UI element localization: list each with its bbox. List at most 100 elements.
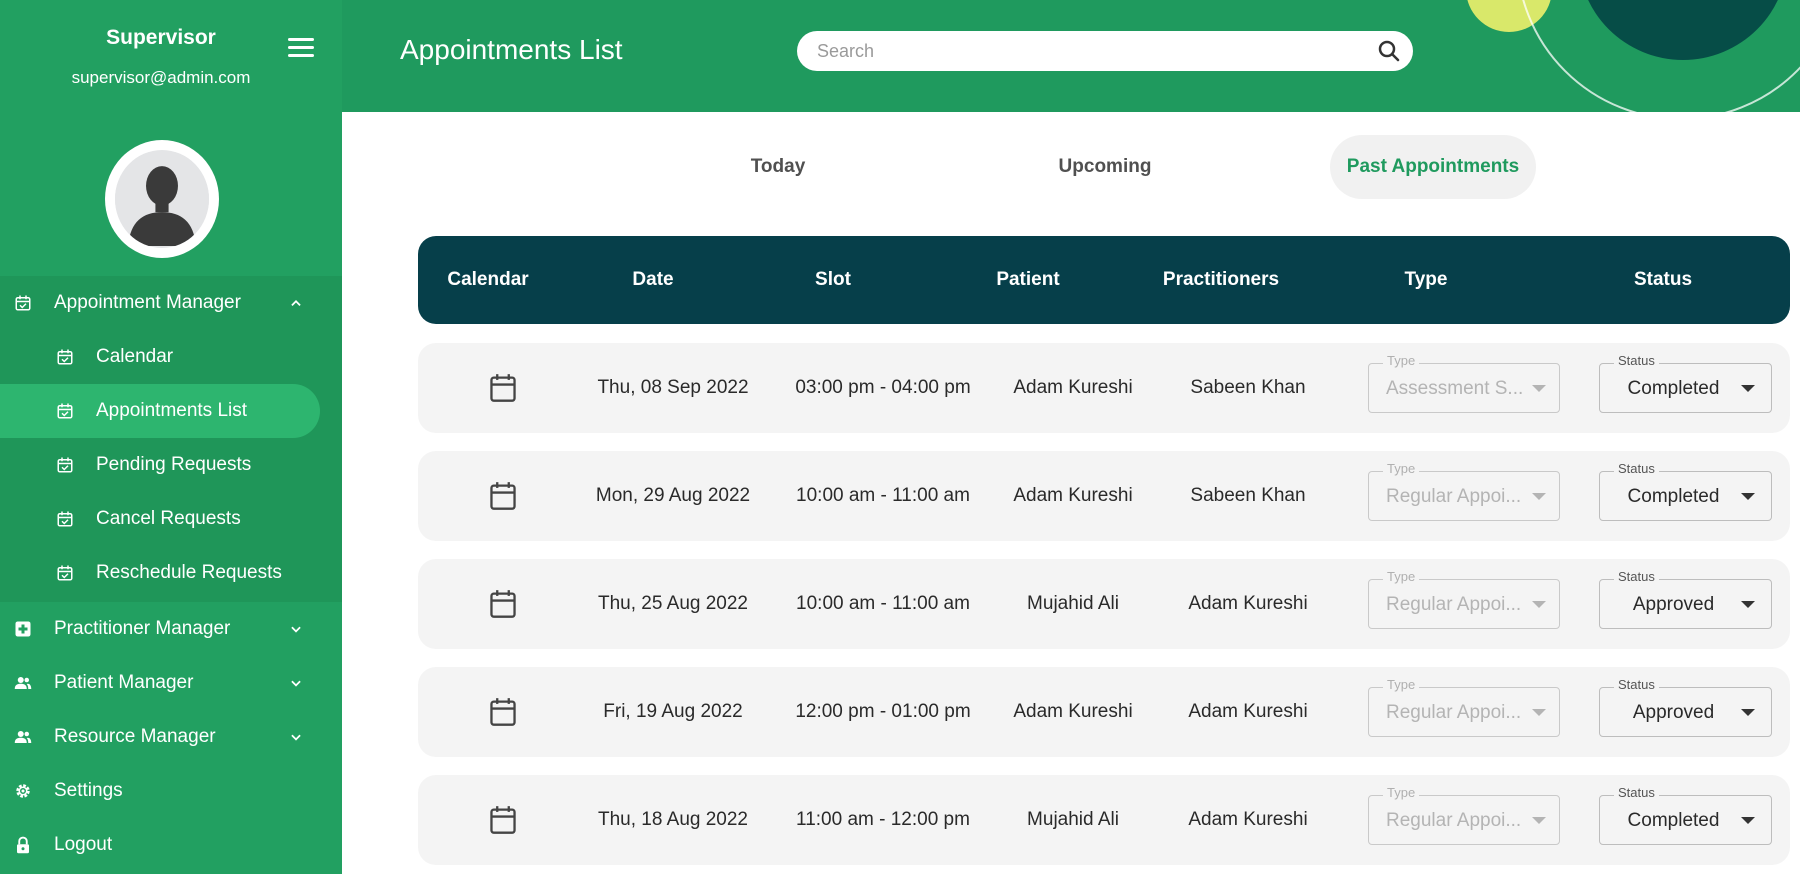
status-select-value: Completed xyxy=(1627,378,1720,399)
sidebar-item-label: Settings xyxy=(54,780,123,801)
column-header-patient: Patient xyxy=(996,269,1060,290)
search-icon[interactable] xyxy=(1377,39,1401,63)
sidebar: Supervisor supervisor@admin.com Appointm… xyxy=(0,0,342,874)
sidebar-item-label: Patient Manager xyxy=(54,672,194,693)
column-header-status: Status xyxy=(1633,269,1693,290)
sidebar-profile: Supervisor supervisor@admin.com xyxy=(0,0,342,276)
calendar-icon[interactable] xyxy=(489,481,517,511)
top-header: Appointments List xyxy=(342,0,1800,112)
sidebar-item-pending-requests[interactable]: Pending Requests xyxy=(0,438,342,492)
type-select[interactable]: Type Regular Appoi... xyxy=(1368,569,1560,629)
sidebar-item-label: Resource Manager xyxy=(54,726,216,747)
table-row: Fri, 19 Aug 2022 12:00 pm - 01:00 pm Ada… xyxy=(418,667,1790,757)
column-header-date: Date xyxy=(632,269,674,290)
cell-practitioner: Adam Kureshi xyxy=(1188,701,1308,722)
sidebar-item-calendar[interactable]: Calendar xyxy=(0,330,342,384)
dropdown-arrow-icon xyxy=(1741,709,1755,716)
column-header-slot: Slot xyxy=(815,269,851,290)
status-select-value: Completed xyxy=(1627,810,1720,831)
status-select[interactable]: Status Completed xyxy=(1599,785,1772,845)
user-silhouette-icon xyxy=(115,152,209,246)
user-name: Supervisor xyxy=(106,26,216,49)
calendar-icon[interactable] xyxy=(489,373,517,403)
dropdown-arrow-icon xyxy=(1741,601,1755,608)
calendar-check-icon xyxy=(57,457,73,473)
sidebar-item-label: Appointment Manager xyxy=(54,292,241,313)
sidebar-item-reschedule-requests[interactable]: Reschedule Requests xyxy=(0,546,342,600)
column-header-type: Type xyxy=(1404,269,1448,290)
cell-practitioner: Adam Kureshi xyxy=(1188,809,1308,830)
page-title: Appointments List xyxy=(400,34,623,65)
column-header-practitioners: Practitioners xyxy=(1162,269,1280,290)
sidebar-item-resource-manager[interactable]: Resource Manager xyxy=(0,710,342,764)
table-row: Mon, 29 Aug 2022 10:00 am - 11:00 am Ada… xyxy=(418,451,1790,541)
type-select-value: Regular Appoi... xyxy=(1386,810,1522,831)
cell-slot: 10:00 am - 11:00 am xyxy=(796,485,970,506)
sidebar-item-settings[interactable]: Settings xyxy=(0,764,342,818)
dropdown-arrow-icon xyxy=(1532,709,1546,716)
cell-patient: Adam Kureshi xyxy=(1013,701,1133,722)
status-select[interactable]: Status Completed xyxy=(1599,353,1772,413)
dropdown-arrow-icon xyxy=(1532,385,1546,392)
cell-date: Thu, 08 Sep 2022 xyxy=(597,377,749,398)
users-icon xyxy=(14,731,32,743)
cell-slot: 03:00 pm - 04:00 pm xyxy=(795,377,971,398)
chevron-up-icon xyxy=(291,300,301,306)
sidebar-item-cancel-requests[interactable]: Cancel Requests xyxy=(0,492,342,546)
cell-date: Fri, 19 Aug 2022 xyxy=(603,701,743,722)
status-select-value: Completed xyxy=(1627,486,1720,507)
calendar-icon[interactable] xyxy=(489,589,517,619)
cell-slot: 10:00 am - 11:00 am xyxy=(796,593,970,614)
chevron-down-icon xyxy=(291,626,301,633)
sidebar-item-label: Calendar xyxy=(96,346,174,367)
type-select[interactable]: Type Regular Appoi... xyxy=(1368,461,1560,521)
calendar-check-icon xyxy=(57,403,73,419)
table-row: Thu, 18 Aug 2022 11:00 am - 12:00 pm Muj… xyxy=(418,775,1790,865)
dropdown-arrow-icon xyxy=(1741,385,1755,392)
sidebar-item-label: Practitioner Manager xyxy=(54,618,231,639)
calendar-icon[interactable] xyxy=(489,805,517,835)
status-select-value: Approved xyxy=(1632,702,1715,723)
cell-patient: Adam Kureshi xyxy=(1013,485,1133,506)
column-header-calendar: Calendar xyxy=(447,269,529,290)
search-input[interactable] xyxy=(817,39,1357,63)
sidebar-item-label: Pending Requests xyxy=(96,454,252,475)
cell-date: Thu, 18 Aug 2022 xyxy=(597,809,748,830)
dropdown-arrow-icon xyxy=(1532,493,1546,500)
tab-upcoming[interactable]: Upcoming xyxy=(1045,135,1165,199)
sidebar-item-appointments-list[interactable]: Appointments List xyxy=(0,384,320,438)
type-select[interactable]: Type Regular Appoi... xyxy=(1368,785,1560,845)
hamburger-menu-icon[interactable] xyxy=(288,38,314,58)
sidebar-item-label: Logout xyxy=(54,834,113,855)
sidebar-item-appointment-manager[interactable]: Appointment Manager xyxy=(0,276,342,330)
dropdown-arrow-icon xyxy=(1741,817,1755,824)
sidebar-item-practitioner-manager[interactable]: Practitioner Manager xyxy=(0,602,342,656)
cell-practitioner: Adam Kureshi xyxy=(1188,593,1308,614)
calendar-icon[interactable] xyxy=(489,697,517,727)
tab-past-appointments[interactable]: Past Appointments xyxy=(1330,135,1536,199)
table-header: Calendar Date Slot Patient Practitioners… xyxy=(418,236,1790,324)
sidebar-item-patient-manager[interactable]: Patient Manager xyxy=(0,656,342,710)
cell-date: Thu, 25 Aug 2022 xyxy=(597,593,748,614)
cell-date: Mon, 29 Aug 2022 xyxy=(595,485,751,506)
cell-practitioner: Sabeen Khan xyxy=(1190,377,1306,398)
type-select-value: Regular Appoi... xyxy=(1386,702,1522,723)
appointment-manager-group: Appointment Manager Calendar Appointment… xyxy=(0,276,342,602)
status-select[interactable]: Status Approved xyxy=(1599,569,1772,629)
table-row: Thu, 25 Aug 2022 10:00 am - 11:00 am Muj… xyxy=(418,559,1790,649)
status-select-value: Approved xyxy=(1632,594,1715,615)
calendar-check-icon xyxy=(15,295,31,311)
sidebar-item-logout[interactable]: Logout xyxy=(0,818,342,872)
type-select[interactable]: Type Regular Appoi... xyxy=(1368,677,1560,737)
type-select[interactable]: Type Assessment S... xyxy=(1368,353,1560,413)
cell-practitioner: Sabeen Khan xyxy=(1190,485,1306,506)
status-select[interactable]: Status Approved xyxy=(1599,677,1772,737)
tab-today[interactable]: Today xyxy=(728,135,828,199)
search-bar xyxy=(797,31,1413,71)
status-select[interactable]: Status Completed xyxy=(1599,461,1772,521)
calendar-check-icon xyxy=(57,511,73,527)
type-select-value: Regular Appoi... xyxy=(1386,594,1522,615)
dropdown-arrow-icon xyxy=(1741,493,1755,500)
calendar-check-icon xyxy=(57,565,73,581)
table-row: Thu, 08 Sep 2022 03:00 pm - 04:00 pm Ada… xyxy=(418,343,1790,433)
